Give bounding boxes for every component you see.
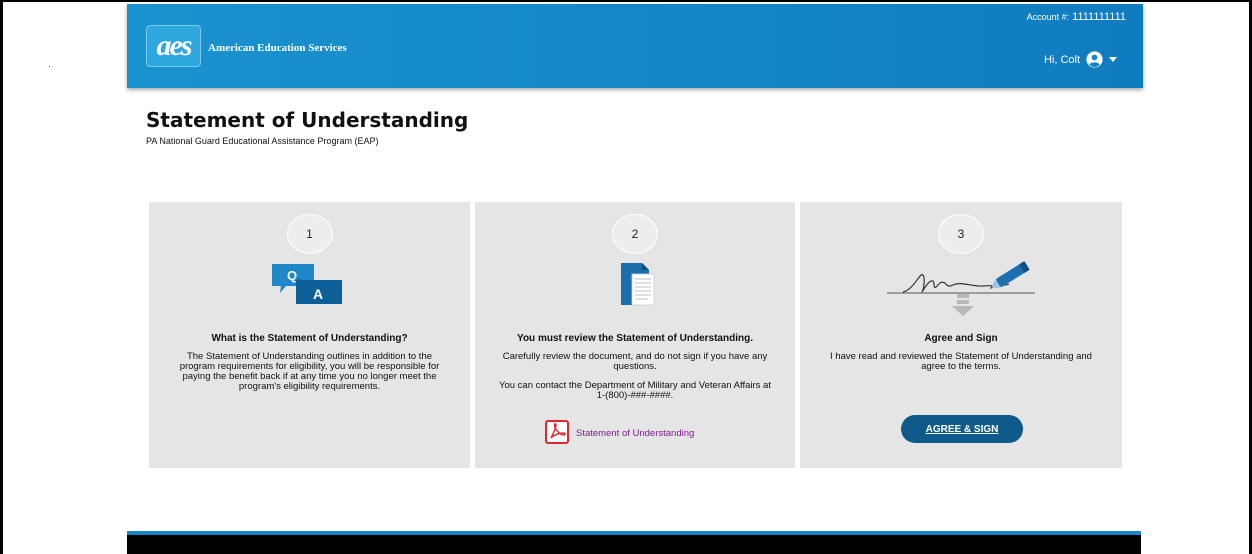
step-card-3: 3 Agree and Sign I have read and reviewe… xyxy=(800,202,1122,468)
site-footer xyxy=(127,531,1141,554)
user-avatar-icon xyxy=(1086,51,1103,68)
step-card-1: 1 Q A What is the Statement of Understan… xyxy=(149,202,470,468)
step-description: The Statement of Understanding outlines … xyxy=(169,352,450,401)
qa-chat-icon: Q A xyxy=(149,262,470,307)
step-number-badge: 1 xyxy=(286,214,333,254)
step-heading: Agree and Sign xyxy=(924,333,998,344)
step-text: Carefully review the document, and do no… xyxy=(502,351,768,372)
account-info: Account #: 1111111111 xyxy=(1027,11,1126,23)
logo-text: aes xyxy=(156,29,193,62)
window-border-left xyxy=(0,0,3,554)
stray-dot xyxy=(49,66,50,67)
svg-text:Q: Q xyxy=(287,268,297,283)
document-icon xyxy=(475,262,795,306)
page-title: Statement of Understanding xyxy=(146,108,469,132)
svg-text:A: A xyxy=(313,286,323,302)
step-description: Carefully review the document, and do no… xyxy=(495,352,775,410)
page-subtitle: PA National Guard Educational Assistance… xyxy=(146,136,379,146)
chevron-down-icon xyxy=(1109,57,1117,62)
step-number-badge: 2 xyxy=(612,214,658,254)
aes-logo[interactable]: aes xyxy=(146,25,201,67)
step-card-2: 2 You must review the Statement of Under… xyxy=(475,202,795,468)
sou-pdf-link-label: Statement of Understanding xyxy=(576,428,695,439)
site-header: aes American Education Services Account … xyxy=(127,4,1143,88)
account-label: Account #: xyxy=(1026,12,1070,22)
contact-text: You can contact the Department of Milita… xyxy=(499,380,771,401)
sou-pdf-link[interactable]: Statement of Understanding xyxy=(545,420,694,447)
user-greeting: Hi, Colt xyxy=(1043,53,1080,66)
step-description: I have read and reviewed the Statement o… xyxy=(820,352,1102,381)
step-text: The Statement of Understanding outlines … xyxy=(179,351,440,392)
account-number: 1111111111 xyxy=(1072,11,1126,23)
signature-pen-icon xyxy=(800,260,1122,316)
step-heading: You must review the Statement of Underst… xyxy=(517,333,753,344)
step-heading: What is the Statement of Understanding? xyxy=(211,333,408,344)
user-menu[interactable]: Hi, Colt xyxy=(1044,51,1117,68)
step-number-badge: 3 xyxy=(938,214,984,254)
pdf-icon xyxy=(545,420,569,447)
agree-sign-button[interactable]: AGREE & SIGN xyxy=(901,415,1023,443)
step-text: I have read and reviewed the Statement o… xyxy=(830,351,1092,372)
brand-name: American Education Services xyxy=(208,42,347,54)
window-border-top xyxy=(0,0,1252,2)
